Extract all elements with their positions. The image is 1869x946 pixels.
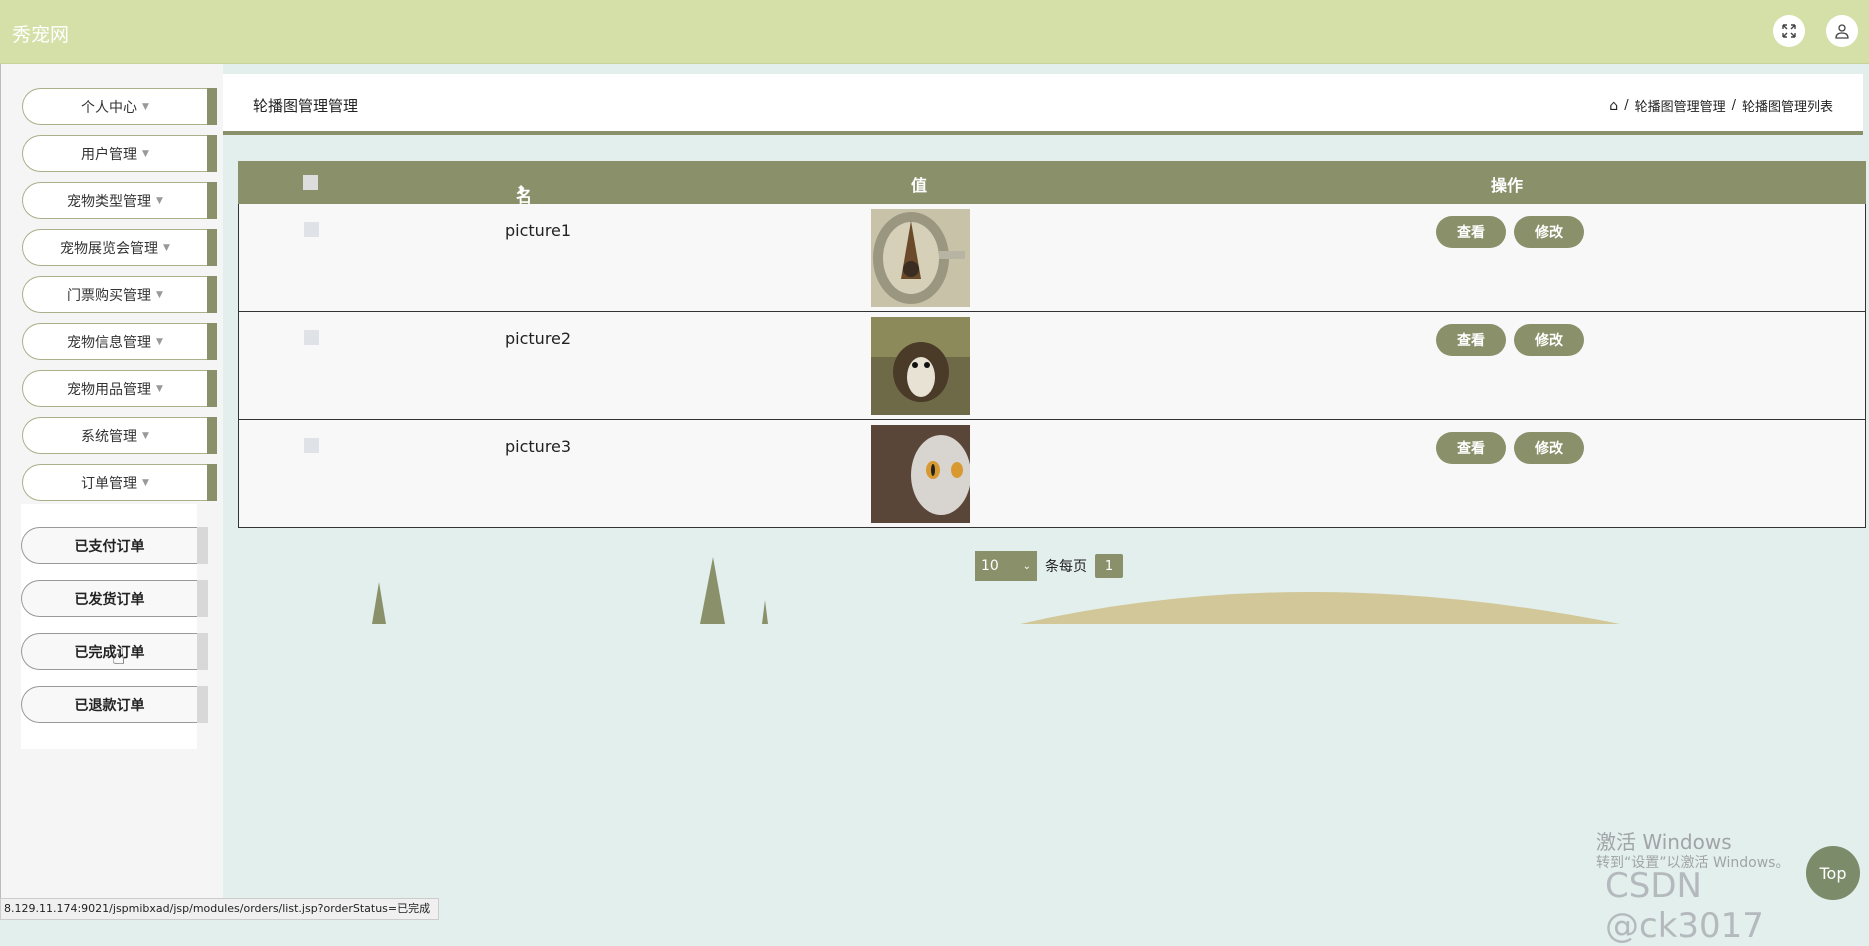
sidebar-item-label: 宠物用品管理	[67, 381, 152, 398]
chevron-down-icon: ▼	[142, 101, 149, 112]
view-button[interactable]: 查看	[1436, 432, 1506, 464]
sidebar-item-label: 宠物展览会管理	[60, 240, 159, 257]
page-title: 轮播图管理管理	[253, 97, 359, 115]
sidebar-item-label: 系统管理	[81, 428, 138, 445]
table-header: 名称⬍ 值 操作	[238, 161, 1866, 230]
per-page-label: 条每页	[1045, 559, 1087, 575]
page-size-value: 10	[981, 558, 999, 574]
sidebar-item-pet-info[interactable]: 宠物信息管理 ▼	[22, 323, 217, 360]
carousel-image	[871, 317, 970, 415]
carousel-image	[871, 425, 970, 523]
table-row: picture1 查看 修改	[238, 204, 1866, 312]
edit-button[interactable]: 修改	[1514, 216, 1584, 248]
chevron-down-icon: ▼	[142, 430, 149, 441]
chevron-down-icon: ▼	[156, 336, 163, 347]
sidebar: 个人中心 ▼ 用户管理 ▼ 宠物类型管理 ▼ 宠物展览会管理 ▼ 门票购买管理 ▼ 宠物信…	[0, 64, 223, 918]
csdn-watermark: CSDN @ck3017	[1605, 866, 1764, 946]
sidebar-item-personal-center[interactable]: 个人中心 ▼	[22, 88, 217, 125]
page-size-select[interactable]: 10 ⌄	[975, 551, 1037, 581]
chevron-down-icon: ⌄	[1022, 560, 1031, 572]
brand-title: 秀宠网	[12, 24, 70, 46]
view-button[interactable]: 查看	[1436, 216, 1506, 248]
row-checkbox[interactable]	[304, 438, 319, 453]
submenu-paid-orders[interactable]: 已支付订单	[21, 527, 208, 564]
sidebar-item-label: 宠物类型管理	[67, 193, 152, 210]
status-bar-url: 8.129.11.174:9021/jspmibxad/jsp/modules/…	[0, 898, 440, 920]
breadcrumb-item: 轮播图管理列表	[1741, 100, 1833, 115]
content-header: 轮播图管理管理 ⌂ / 轮播图管理管理 / 轮播图管理列表	[223, 74, 1863, 135]
row-checkbox[interactable]	[304, 330, 319, 345]
sidebar-item-label: 宠物信息管理	[67, 334, 152, 351]
chevron-down-icon: ▼	[156, 195, 163, 206]
breadcrumb-separator: /	[1731, 98, 1736, 113]
sidebar-item-users[interactable]: 用户管理 ▼	[22, 135, 217, 172]
sidebar-item-label: 用户管理	[81, 146, 138, 163]
chevron-down-icon: ▼	[156, 383, 163, 394]
fullscreen-icon[interactable]	[1773, 15, 1805, 47]
sort-icon[interactable]: ⬍	[516, 183, 526, 197]
row-name: picture1	[505, 221, 572, 240]
sidebar-item-orders[interactable]: 订单管理 ▼	[22, 464, 217, 501]
chevron-down-icon: ▼	[142, 477, 149, 488]
table-row: picture3 查看 修改	[238, 420, 1866, 528]
chevron-down-icon: ▼	[142, 148, 149, 159]
column-header-actions: 操作	[1491, 176, 1524, 195]
view-button[interactable]: 查看	[1436, 324, 1506, 356]
chevron-down-icon: ▼	[163, 242, 170, 253]
sidebar-item-tickets[interactable]: 门票购买管理 ▼	[22, 276, 217, 313]
row-name: picture2	[505, 329, 572, 348]
sidebar-item-label: 订单管理	[81, 475, 138, 492]
top-bar: 秀宠网	[0, 0, 1869, 64]
user-icon[interactable]	[1826, 15, 1858, 47]
chevron-down-icon: ▼	[156, 289, 163, 300]
submenu-refunded-orders[interactable]: 已退款订单	[21, 686, 208, 723]
sidebar-item-system[interactable]: 系统管理 ▼	[22, 417, 217, 454]
column-header-value: 值	[911, 176, 928, 195]
edit-button[interactable]: 修改	[1514, 432, 1584, 464]
edit-button[interactable]: 修改	[1514, 324, 1584, 356]
windows-activation-title: 激活 Windows	[1596, 830, 1732, 854]
breadcrumb: ⌂ / 轮播图管理管理 / 轮播图管理列表	[1609, 96, 1833, 116]
carousel-image	[871, 209, 970, 307]
breadcrumb-item[interactable]: 轮播图管理管理	[1635, 96, 1726, 115]
table-row: picture2 查看 修改	[238, 312, 1866, 420]
sidebar-item-label: 门票购买管理	[67, 287, 152, 304]
page-number[interactable]: 1	[1095, 554, 1123, 578]
hand-cursor-icon: ☝	[112, 645, 126, 670]
row-checkbox[interactable]	[304, 222, 319, 237]
sidebar-item-exhibitions[interactable]: 宠物展览会管理 ▼	[22, 229, 217, 266]
select-all-checkbox[interactable]	[303, 175, 318, 190]
breadcrumb-separator: /	[1624, 98, 1629, 113]
submenu-completed-orders[interactable]: 已完成订单	[21, 633, 208, 670]
carousel-table: 名称⬍ 值 操作 picture1 查看 修改 picture2 查看 修改	[238, 161, 1866, 528]
submenu-shipped-orders[interactable]: 已发货订单	[21, 580, 208, 617]
pagination: 10 ⌄ 条每页 1	[975, 551, 1123, 581]
sidebar-item-pet-supplies[interactable]: 宠物用品管理 ▼	[22, 370, 217, 407]
sidebar-item-label: 个人中心	[81, 99, 138, 116]
home-icon[interactable]: ⌂	[1609, 98, 1618, 114]
row-name: picture3	[505, 437, 572, 456]
sidebar-item-pet-types[interactable]: 宠物类型管理 ▼	[22, 182, 217, 219]
